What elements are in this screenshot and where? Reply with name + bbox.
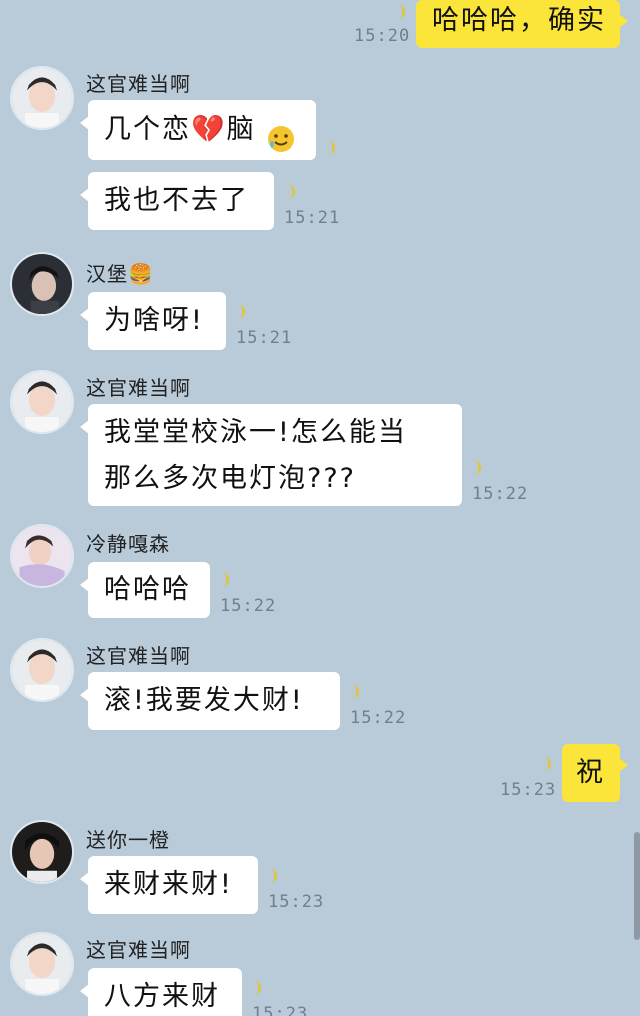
read-receipt-icon: ❩ bbox=[472, 460, 484, 476]
message-bubble[interactable]: 八方来财 bbox=[80, 968, 242, 1016]
sweat-smile-emoji-icon bbox=[266, 116, 296, 152]
read-receipt-icon: ❩ bbox=[236, 304, 248, 320]
read-receipt-icon: ❩ bbox=[326, 140, 338, 156]
timestamp: 15:21 bbox=[236, 328, 293, 348]
avatar[interactable] bbox=[10, 252, 74, 316]
message-text: 滚!我要发大财! bbox=[104, 685, 304, 716]
message-text: 八方来财 bbox=[104, 981, 220, 1012]
message-bubble[interactable]: 滚!我要发大财! bbox=[80, 672, 340, 730]
sender-name: 这官难当啊 bbox=[86, 938, 191, 962]
message-bubble[interactable]: 来财来财! bbox=[80, 856, 258, 914]
timestamp: 15:23 bbox=[252, 1004, 309, 1016]
read-receipt-icon: ❩ bbox=[220, 572, 232, 588]
my-message-bubble[interactable]: 祝 bbox=[562, 744, 628, 802]
avatar[interactable] bbox=[10, 370, 74, 434]
read-receipt-icon: ❩ bbox=[286, 184, 298, 200]
sender-name: 这官难当啊 bbox=[86, 644, 191, 668]
message-bubble[interactable]: 哈哈哈 bbox=[80, 562, 210, 618]
sender-name: 汉堡🍔 bbox=[86, 262, 154, 286]
message-text: 我也不去了 bbox=[104, 185, 249, 216]
read-receipt-icon: ❩ bbox=[542, 756, 554, 772]
message-text: 为啥呀! bbox=[104, 305, 204, 336]
timestamp: 15:22 bbox=[350, 708, 407, 728]
message-text: 哈哈哈，确实 bbox=[432, 5, 606, 36]
read-receipt-icon: ❩ bbox=[268, 868, 280, 884]
message-text: 祝 bbox=[576, 757, 605, 788]
avatar[interactable] bbox=[10, 820, 74, 884]
timestamp: 15:20 bbox=[354, 26, 411, 46]
chat-view[interactable]: 哈哈哈，确实 ❩ 15:20 这官难当啊 几个恋💔脑 ❩ 我也不去了 ❩ 15:… bbox=[0, 0, 640, 1016]
sender-name: 这官难当啊 bbox=[86, 376, 191, 400]
timestamp: 15:23 bbox=[268, 892, 325, 912]
avatar[interactable] bbox=[10, 638, 74, 702]
read-receipt-icon: ❩ bbox=[350, 684, 362, 700]
timestamp: 15:21 bbox=[284, 208, 341, 228]
avatar[interactable] bbox=[10, 932, 74, 996]
message-bubble[interactable]: 为啥呀! bbox=[80, 292, 226, 350]
sender-name: 冷静嘎森 bbox=[86, 532, 170, 556]
read-receipt-icon: ❩ bbox=[252, 980, 264, 996]
read-receipt-icon: ❩ bbox=[396, 4, 408, 20]
my-message-bubble[interactable]: 哈哈哈，确实 bbox=[416, 0, 628, 48]
message-text: 哈哈哈 bbox=[104, 574, 191, 605]
message-bubble[interactable]: 我堂堂校泳一!怎么能当 那么多次电灯泡??? bbox=[80, 404, 462, 506]
scrollbar[interactable] bbox=[634, 832, 640, 940]
timestamp: 15:23 bbox=[500, 780, 557, 800]
timestamp: 15:22 bbox=[472, 484, 529, 504]
message-text-line-2: 那么多次电灯泡??? bbox=[104, 463, 356, 494]
message-bubble[interactable]: 我也不去了 bbox=[80, 172, 274, 230]
sender-name: 送你一橙 bbox=[86, 828, 170, 852]
timestamp: 15:22 bbox=[220, 596, 277, 616]
message-text-line-1: 我堂堂校泳一!怎么能当 bbox=[104, 417, 407, 448]
message-text: 几个恋💔脑 bbox=[104, 114, 256, 145]
avatar[interactable] bbox=[10, 66, 74, 130]
message-bubble[interactable]: 几个恋💔脑 bbox=[80, 100, 316, 160]
sender-name: 这官难当啊 bbox=[86, 72, 191, 96]
avatar[interactable] bbox=[10, 524, 74, 588]
message-text: 来财来财! bbox=[104, 869, 233, 900]
